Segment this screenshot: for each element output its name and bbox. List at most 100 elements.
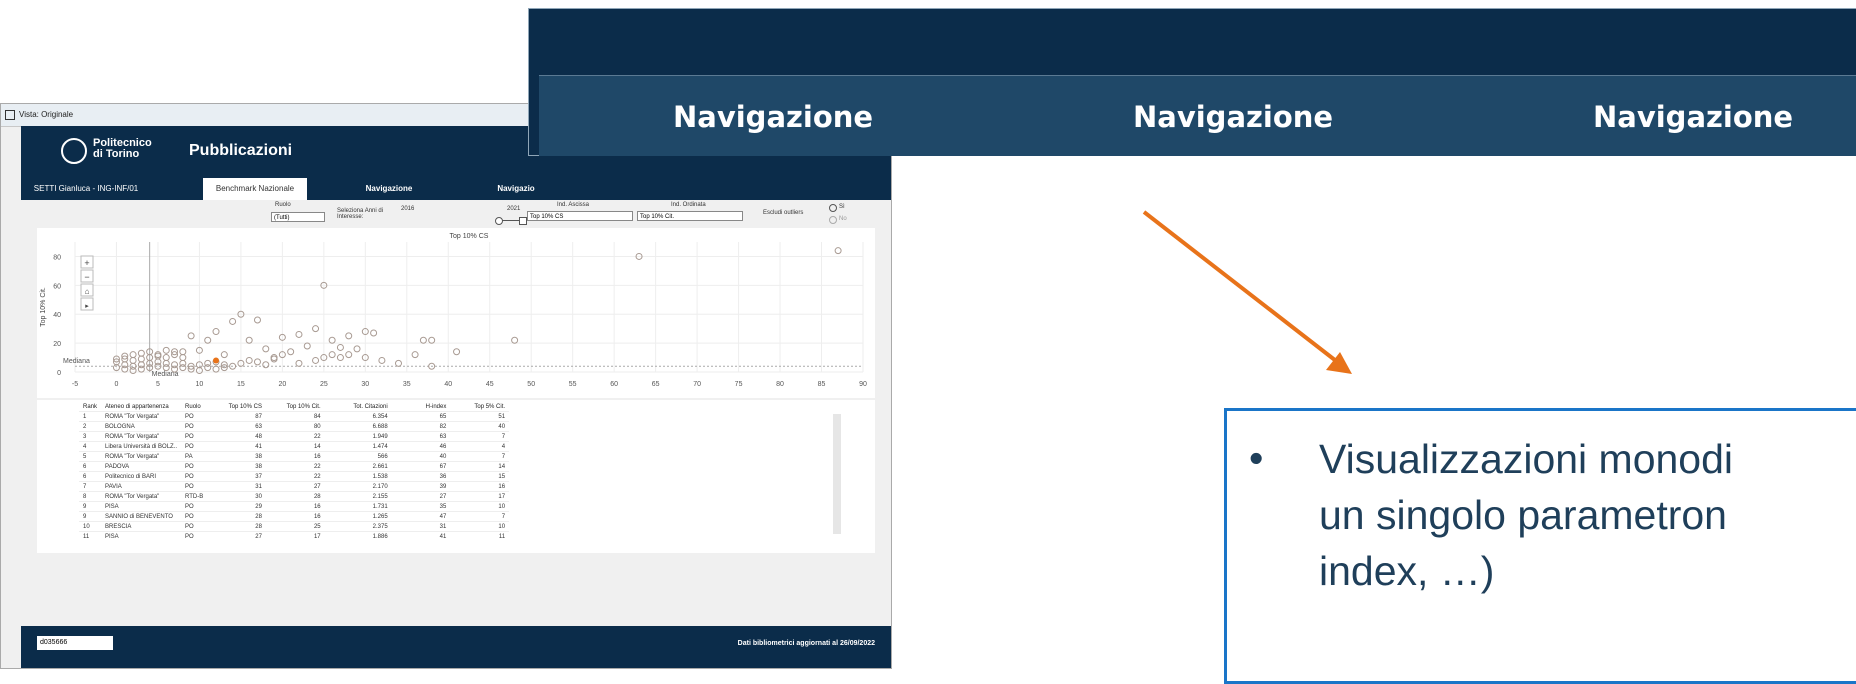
x-tick-label: 75 <box>735 381 743 388</box>
table-scrollbar[interactable] <box>833 414 841 534</box>
table-row[interactable]: 2 BOLOGNA PO 63 80 6.688 82 40 <box>79 421 510 432</box>
table-row[interactable]: 6 PADOVA PO 38 22 2.661 67 14 <box>79 461 510 472</box>
table-cell: Politecnico di BARI <box>105 473 157 480</box>
table-cell: ROMA "Tor Vergata" <box>105 433 160 440</box>
scatter-point <box>295 359 303 367</box>
ascissa-label: Ind. Ascissa <box>557 202 590 208</box>
table-cell: PAVIA <box>105 483 122 490</box>
scatter-point <box>295 330 303 338</box>
ordinata-select[interactable]: Top 10% Cit. <box>637 211 743 221</box>
table-cell: 15 <box>498 473 506 480</box>
scatter-point <box>370 329 378 337</box>
scatter-point <box>328 336 336 344</box>
scatter-chart: -5 0 5 10 15 20 25 30 35 40 45 50 55 60 65 70 75 80 85 90 0 2… <box>40 233 867 388</box>
ruolo-select[interactable]: (Tutti) <box>271 212 325 222</box>
scatter-point <box>394 359 402 367</box>
table-cell: 6.354 <box>372 413 388 420</box>
table-cell: 566 <box>377 453 388 460</box>
callout-line-2: un singolo parametron <box>1319 492 1727 538</box>
scatter-point <box>129 356 137 364</box>
scatter-point <box>453 348 461 356</box>
table-row[interactable]: 9 PISA PO 29 16 1.731 35 10 <box>79 501 510 512</box>
table-cell: 9 <box>83 513 87 520</box>
table-cell: 41 <box>255 443 262 450</box>
table-cell: 37 <box>255 473 262 480</box>
zoom-nav-label-2[interactable]: Navigazione <box>1133 100 1333 134</box>
column-header[interactable]: Ateneo di appartenenza <box>101 402 181 412</box>
x-tick-label: 50 <box>527 381 535 388</box>
x-tick-label: -5 <box>72 381 78 388</box>
ascissa-select[interactable]: Top 10% CS <box>527 211 633 221</box>
table-cell: PISA <box>105 503 119 510</box>
column-header[interactable]: Ruolo <box>181 402 207 412</box>
x-tick-label: 85 <box>818 381 826 388</box>
logo-text: Politecnico di Torino <box>93 138 152 160</box>
scatter-point <box>345 332 353 340</box>
table-row[interactable]: 4 Libera Università di BOLZ.. PO 41 14 1.474 4… <box>79 441 510 452</box>
table-cell: ROMA "Tor Vergata" <box>105 413 160 420</box>
tab-user[interactable]: SETTI Gianluca - ING-INF/01 <box>21 178 151 200</box>
column-header[interactable]: Top 5% Cit. <box>450 402 509 412</box>
column-header[interactable]: Rank <box>79 402 101 412</box>
scatter-point <box>336 354 344 362</box>
scatter-point <box>137 355 145 363</box>
zoom-nav-label-1[interactable]: Navigazione <box>673 100 873 134</box>
outlier-si-label: Sì <box>839 204 845 210</box>
column-header[interactable]: Top 10% Cit. <box>266 402 325 412</box>
table-cell: 63 <box>255 423 262 430</box>
table-cell: Libera Università di BOLZ.. <box>105 443 178 450</box>
tab-benchmark[interactable]: Benchmark Nazionale <box>203 178 307 200</box>
play-glyph: ▸ <box>85 303 89 310</box>
scatter-point <box>179 354 187 362</box>
callout-line-3: index, …) <box>1319 548 1495 594</box>
y-tick-label: 20 <box>53 341 61 348</box>
table-cell: BRESCIA <box>105 523 132 530</box>
x-tick-label: 90 <box>859 381 867 388</box>
table-row[interactable]: 3 ROMA "Tor Vergata" PO 48 22 1.949 63 7 <box>79 431 510 442</box>
table-row[interactable]: 11 PISA PO 27 17 1.886 41 11 <box>79 531 510 542</box>
year-slider-handle-left[interactable] <box>495 217 503 225</box>
x-tick-label: 60 <box>610 381 618 388</box>
table-cell: PO <box>185 473 194 480</box>
table-cell: 38 <box>255 463 262 470</box>
outlier-radio-no[interactable] <box>829 216 837 224</box>
tab-navigazione-2[interactable]: Navigazio <box>481 178 551 200</box>
table-row[interactable]: 10 BRESCIA PO 28 25 2.375 31 10 <box>79 521 510 532</box>
table-cell: 4 <box>83 443 87 450</box>
column-header[interactable]: Top 10% CS <box>207 402 266 412</box>
scatter-point <box>834 247 842 255</box>
table-cell: 28 <box>255 513 262 520</box>
anni-label: Seleziona Anni di Interesse: <box>337 208 384 220</box>
table-row[interactable]: 9 SANNIO di BENEVENTO PO 28 16 1.265 47 7 <box>79 511 510 522</box>
column-header[interactable]: H-index <box>392 402 451 412</box>
table-row[interactable]: 8 ROMA "Tor Vergata" RTD-B 30 28 2.155 27 17 <box>79 491 510 502</box>
table-cell: 17 <box>498 493 506 500</box>
table-row[interactable]: 7 PAVIA PO 31 27 2.170 39 16 <box>79 481 510 492</box>
table-cell: PA <box>185 453 193 460</box>
column-header[interactable]: Tot. Citazioni <box>325 402 392 412</box>
zoomed-nav-row: Navigazione Navigazione Navigazione <box>539 75 1856 156</box>
table-cell: 80 <box>313 423 321 430</box>
ruolo-label: Ruolo <box>275 202 291 208</box>
table-row[interactable]: 1 ROMA "Tor Vergata" PO 87 84 6.354 65 51 <box>79 411 510 422</box>
callout-line-1: Visualizzazioni monodi <box>1319 436 1734 482</box>
ranking-table: Rank Ateneo di appartenenza Ruolo Top 10% C… <box>79 402 510 542</box>
x-tick-label: 0 <box>115 381 119 388</box>
table-cell: 11 <box>498 533 506 540</box>
tab-navigazione[interactable]: Navigazione <box>337 178 441 200</box>
table-cell: 25 <box>313 523 321 530</box>
y-tick-label: 40 <box>53 312 61 319</box>
scatter-point <box>162 364 170 372</box>
x-tick-label: 10 <box>196 381 204 388</box>
table-cell: 84 <box>313 413 321 420</box>
table-cell: 7 <box>501 513 506 520</box>
scatter-point <box>187 332 195 340</box>
year-slider-handle-right[interactable] <box>519 217 527 225</box>
table-row[interactable]: 5 ROMA "Tor Vergata" PA 38 16 566 40 7 <box>79 451 510 462</box>
outlier-radio-si[interactable] <box>829 204 837 212</box>
zoom-nav-label-3[interactable]: Navigazione <box>1593 100 1793 134</box>
outlier-no-label: No <box>839 216 847 222</box>
table-row[interactable]: 6 Politecnico di BARI PO 37 22 1.538 36 15 <box>79 471 510 482</box>
scatter-chart-panel: -5 0 5 10 15 20 25 30 35 40 45 50 55 60 65 70 75 80 85 90 0 2… <box>37 228 875 398</box>
table-cell: PO <box>185 413 194 420</box>
